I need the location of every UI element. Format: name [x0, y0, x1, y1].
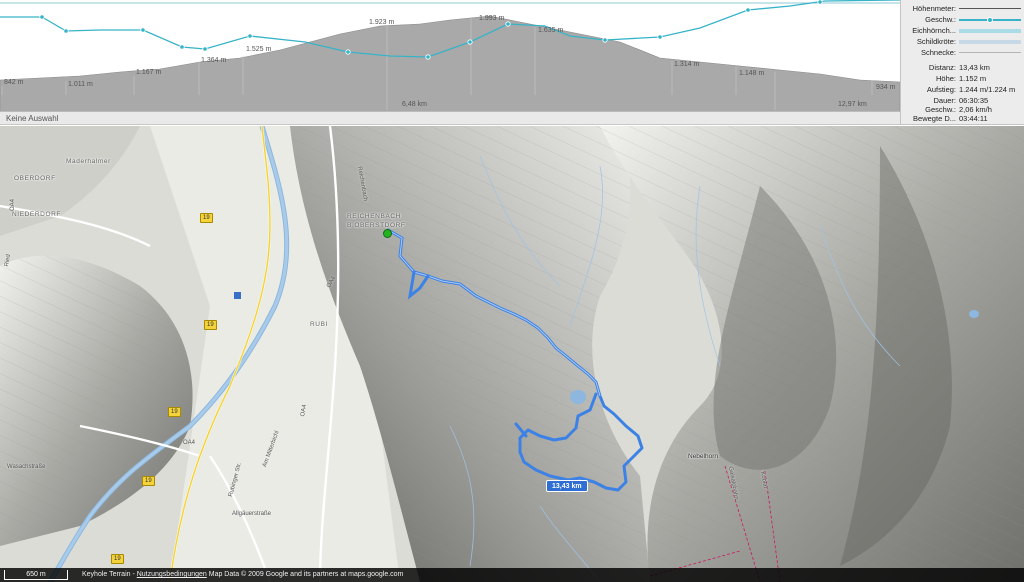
stat-altitude: Höhe: 1.152 m: [901, 74, 1024, 84]
legend-label: Schildkröte:: [916, 37, 956, 46]
elev-label: 1.525 m: [246, 46, 271, 53]
stat-value: 2,06 km/h: [959, 105, 992, 114]
stat-value: 06:30:35: [959, 96, 989, 105]
stat-label: Distanz:: [928, 63, 956, 72]
legend-swatch-elevation: [959, 8, 1021, 9]
stat-value: 1.244 m/1.224 m: [959, 85, 1016, 94]
place-label: B.OBERSTDORF: [347, 222, 406, 229]
stat-distance: Distanz: 13,43 km: [901, 63, 1024, 73]
elevation-chart: 842 m 1.011 m 1.167 m 1.364 m 1.525 m 1.…: [0, 0, 900, 111]
stat-label: Bewegte D...: [913, 114, 956, 123]
legend-label: Eichhörnch...: [912, 26, 956, 35]
elev-label: 1.923 m: [369, 19, 394, 26]
elev-label: 1.148 m: [739, 70, 764, 77]
legend-label: Geschw.:: [925, 15, 956, 24]
map-scale: 650 m: [4, 570, 68, 580]
legend-swatch-snail: [959, 52, 1021, 53]
elev-label: 1.993 m: [479, 15, 504, 22]
legend-row-elevation[interactable]: Höhenmeter:: [901, 4, 1024, 14]
terrain-layer: [0, 126, 1024, 582]
stat-label: Höhe:: [935, 74, 956, 83]
street-label: OA4: [183, 440, 196, 446]
legend-swatch-squirrel: [959, 29, 1021, 33]
street-label: Wasachstraße: [7, 464, 46, 470]
attribution: Keyhole Terrain - Nutzungsbedingungen Ma…: [82, 568, 403, 582]
terrain-map[interactable]: Maderhalmer OBERDORF NIEDERDORF REICHENB…: [0, 126, 1024, 582]
selection-status: Keine Auswahl: [0, 112, 900, 125]
distance-label: 6,48 km: [402, 101, 427, 108]
stat-moving-duration: Bewegte D... 03:44:11: [901, 114, 1024, 124]
legend-label: Höhenmeter:: [912, 4, 956, 13]
elev-label: 1.011 m: [68, 81, 93, 88]
place-label: REICHENBACH: [347, 213, 401, 220]
attribution-suffix: Map Data © 2009 Google and its partners …: [206, 571, 404, 578]
stat-value: 1.152 m: [959, 74, 987, 83]
elev-label: 934 m: [876, 84, 896, 91]
street-label: Allgäuerstraße: [232, 511, 272, 517]
legend-label: Schnecke:: [920, 48, 956, 57]
legend-speed-dot-icon: [987, 17, 993, 23]
map-footer: 650 m Keyhole Terrain - Nutzungsbedingun…: [0, 568, 1024, 582]
distance-label: 12,97 km: [838, 101, 867, 108]
elev-label: 1.314 m: [674, 61, 699, 68]
legend-row-snail[interactable]: Schnecke:: [901, 48, 1024, 58]
route-distance-badge[interactable]: 13,43 km: [546, 480, 588, 492]
elev-label: 1.635 m: [538, 27, 563, 34]
elevation-profile[interactable]: 842 m 1.011 m 1.167 m 1.364 m 1.525 m 1.…: [0, 0, 900, 112]
road-number: 19: [111, 554, 124, 564]
terms-link[interactable]: Nutzungsbedingungen: [137, 571, 207, 578]
place-label: RUBI: [310, 321, 328, 328]
elev-label: 1.364 m: [201, 57, 226, 64]
stat-value: 03:44:11: [959, 114, 988, 123]
place-label: OBERDORF: [14, 175, 56, 182]
track-info-panel: Höhenmeter: Geschw.: Eichhörnch... Schil…: [900, 0, 1024, 125]
place-label: Maderhalmer: [66, 158, 111, 165]
lake: [570, 390, 586, 404]
street-label: OA4: [10, 198, 16, 211]
legend-swatch-turtle: [959, 40, 1021, 44]
place-label-nebelhorn: Nebelhorn: [688, 453, 718, 460]
legend-row-turtle[interactable]: Schildkröte:: [901, 37, 1024, 47]
poi-icon: [234, 292, 241, 299]
legend-row-speed[interactable]: Geschw.:: [901, 15, 1024, 25]
legend-row-squirrel[interactable]: Eichhörnch...: [901, 26, 1024, 36]
place-label: NIEDERDORF: [12, 211, 61, 218]
stat-value: 13,43 km: [959, 63, 990, 72]
road-number: 19: [142, 476, 155, 486]
attribution-prefix: Keyhole Terrain -: [82, 571, 137, 578]
elev-label: 842 m: [4, 79, 24, 86]
road-number: 19: [200, 213, 213, 223]
stat-ascent: Aufstieg: 1.244 m/1.224 m: [901, 85, 1024, 95]
road-number: 19: [168, 407, 181, 417]
stat-label: Aufstieg:: [926, 85, 956, 94]
start-marker-icon[interactable]: [383, 229, 392, 238]
elev-label: 1.167 m: [136, 69, 161, 76]
stat-label: Dauer:: [933, 96, 956, 105]
stat-label: Geschw.:: [925, 105, 956, 114]
road-number: 19: [204, 320, 217, 330]
